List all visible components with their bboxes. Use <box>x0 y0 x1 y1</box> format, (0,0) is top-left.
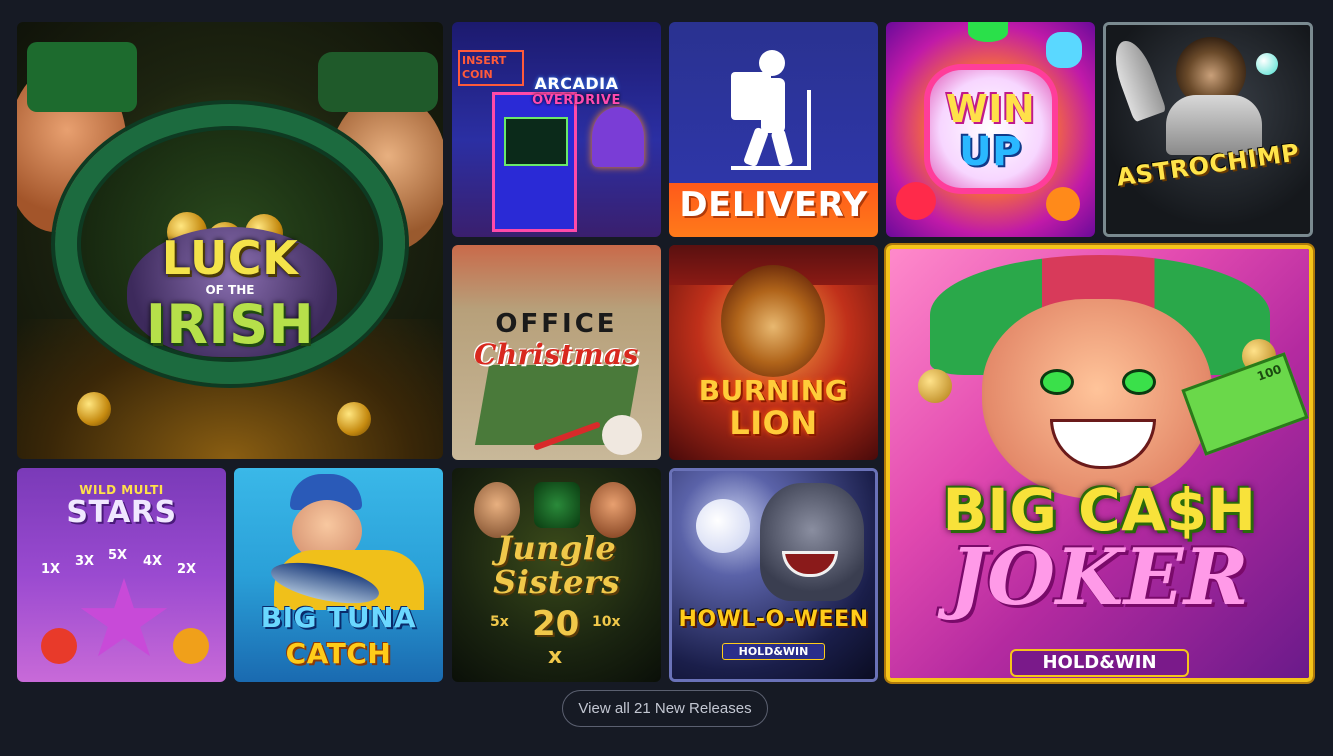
gem-green <box>968 22 1008 42</box>
multiplier-2: 3X <box>75 554 95 569</box>
jungle-multi-bottom: x <box>548 644 563 669</box>
coin <box>77 392 111 426</box>
view-all-new-releases-button[interactable]: View all 21 New Releases <box>562 690 768 727</box>
gem-red <box>896 182 936 220</box>
bell-left <box>918 369 952 403</box>
planet-orb <box>1256 53 1278 75</box>
office-title-line1: OFFICE <box>495 309 618 339</box>
coin <box>337 402 371 436</box>
multiplier-3: 5X <box>108 548 128 563</box>
game-tile-arcadia-overdrive[interactable]: INSERT COIN ARCADIA OVERDRIVE <box>452 22 661 237</box>
jungle-multi-right: 10x <box>592 614 621 630</box>
jungle-multi-left: 5x <box>490 614 509 630</box>
game-tile-howl-o-ween[interactable]: HOWL-O-WEEN HOLD&WIN <box>669 468 878 682</box>
jungle-title-line1: Jungle <box>496 529 617 567</box>
leprechaun-hat-right <box>318 52 438 112</box>
game-tile-jungle-sisters[interactable]: Jungle Sisters 5x 20 10x x <box>452 468 661 682</box>
game-tile-luck-of-the-irish[interactable]: LUCK OF THE IRISH <box>17 22 443 459</box>
joker-eye-left <box>1040 369 1074 395</box>
arcade-screen <box>504 117 568 166</box>
luck-title-line2: IRISH <box>145 293 315 356</box>
multiplier-4: 4X <box>143 554 163 569</box>
game-tile-delivery[interactable]: DELIVERY <box>669 22 878 237</box>
howl-o-ween-badge: HOLD&WIN <box>722 643 825 660</box>
arcadia-title-line1: ARCADIA <box>534 74 619 93</box>
gem-blue <box>1046 32 1082 68</box>
cash-note-label: 100 <box>1255 361 1284 384</box>
big-cash-badge: HOLD&WIN <box>1010 649 1189 677</box>
leprechaun-hat-left <box>27 42 137 112</box>
office-title-line2: Christmas <box>474 338 639 371</box>
gem-orange <box>1046 187 1080 221</box>
jungle-number: 20 <box>532 604 580 644</box>
win-up-title-line1: WIN <box>945 87 1036 131</box>
game-tile-astrochimp[interactable]: ASTROCHIMP <box>1103 22 1313 237</box>
big-tuna-title-line1: BIG TUNA <box>260 601 417 634</box>
burning-lion-title-line1: BURNING <box>698 374 849 407</box>
big-cash-title-line2: JOKER <box>949 532 1250 623</box>
multiplier-row: 1X 3X 5X 4X 2X <box>27 548 216 588</box>
jungle-title-line2: Sisters <box>493 563 620 601</box>
burning-lion-title-line2: LION <box>729 404 818 442</box>
lion-head <box>721 265 825 377</box>
game-tile-wild-multi-stars[interactable]: WILD MULTI STARS 1X 3X 5X 4X 2X <box>17 468 226 682</box>
arcadia-title-line2: OVERDRIVE <box>532 93 621 108</box>
game-tile-office-christmas[interactable]: OFFICE Christmas <box>452 245 661 460</box>
delivery-title: DELIVERY <box>679 185 868 225</box>
game-tile-big-tuna-catch[interactable]: BIG TUNA CATCH <box>234 468 443 682</box>
fruit-left <box>41 628 77 664</box>
full-moon <box>696 499 750 553</box>
pixel-ghost <box>592 107 644 167</box>
win-up-title-line2: UP <box>959 129 1022 175</box>
new-releases-grid: LUCK OF THE IRISH INSERT COIN ARCADIA OV… <box>0 0 1333 690</box>
mug <box>602 415 642 455</box>
big-cash-title-line1: BIG CA$H <box>942 476 1257 544</box>
multiplier-5: 2X <box>177 562 197 577</box>
joker-face <box>982 299 1212 499</box>
werewolf <box>760 483 864 601</box>
stars-title: STARS <box>66 495 177 530</box>
howl-o-ween-title: HOWL-O-WEEN <box>678 607 869 632</box>
joker-eye-right <box>1122 369 1156 395</box>
multiplier-1: 1X <box>41 562 61 577</box>
game-tile-burning-lion[interactable]: BURNING LION <box>669 245 878 460</box>
game-tile-big-cash-joker[interactable]: 100 BIG CA$H JOKER HOLD&WIN <box>886 245 1313 682</box>
big-tuna-title-line2: CATCH <box>285 637 392 670</box>
courier-figure <box>731 50 811 175</box>
totem-mask <box>534 482 580 528</box>
fruit-right <box>173 628 209 664</box>
luck-title-line1: LUCK <box>161 231 299 285</box>
game-tile-win-up[interactable]: WIN UP <box>886 22 1095 237</box>
